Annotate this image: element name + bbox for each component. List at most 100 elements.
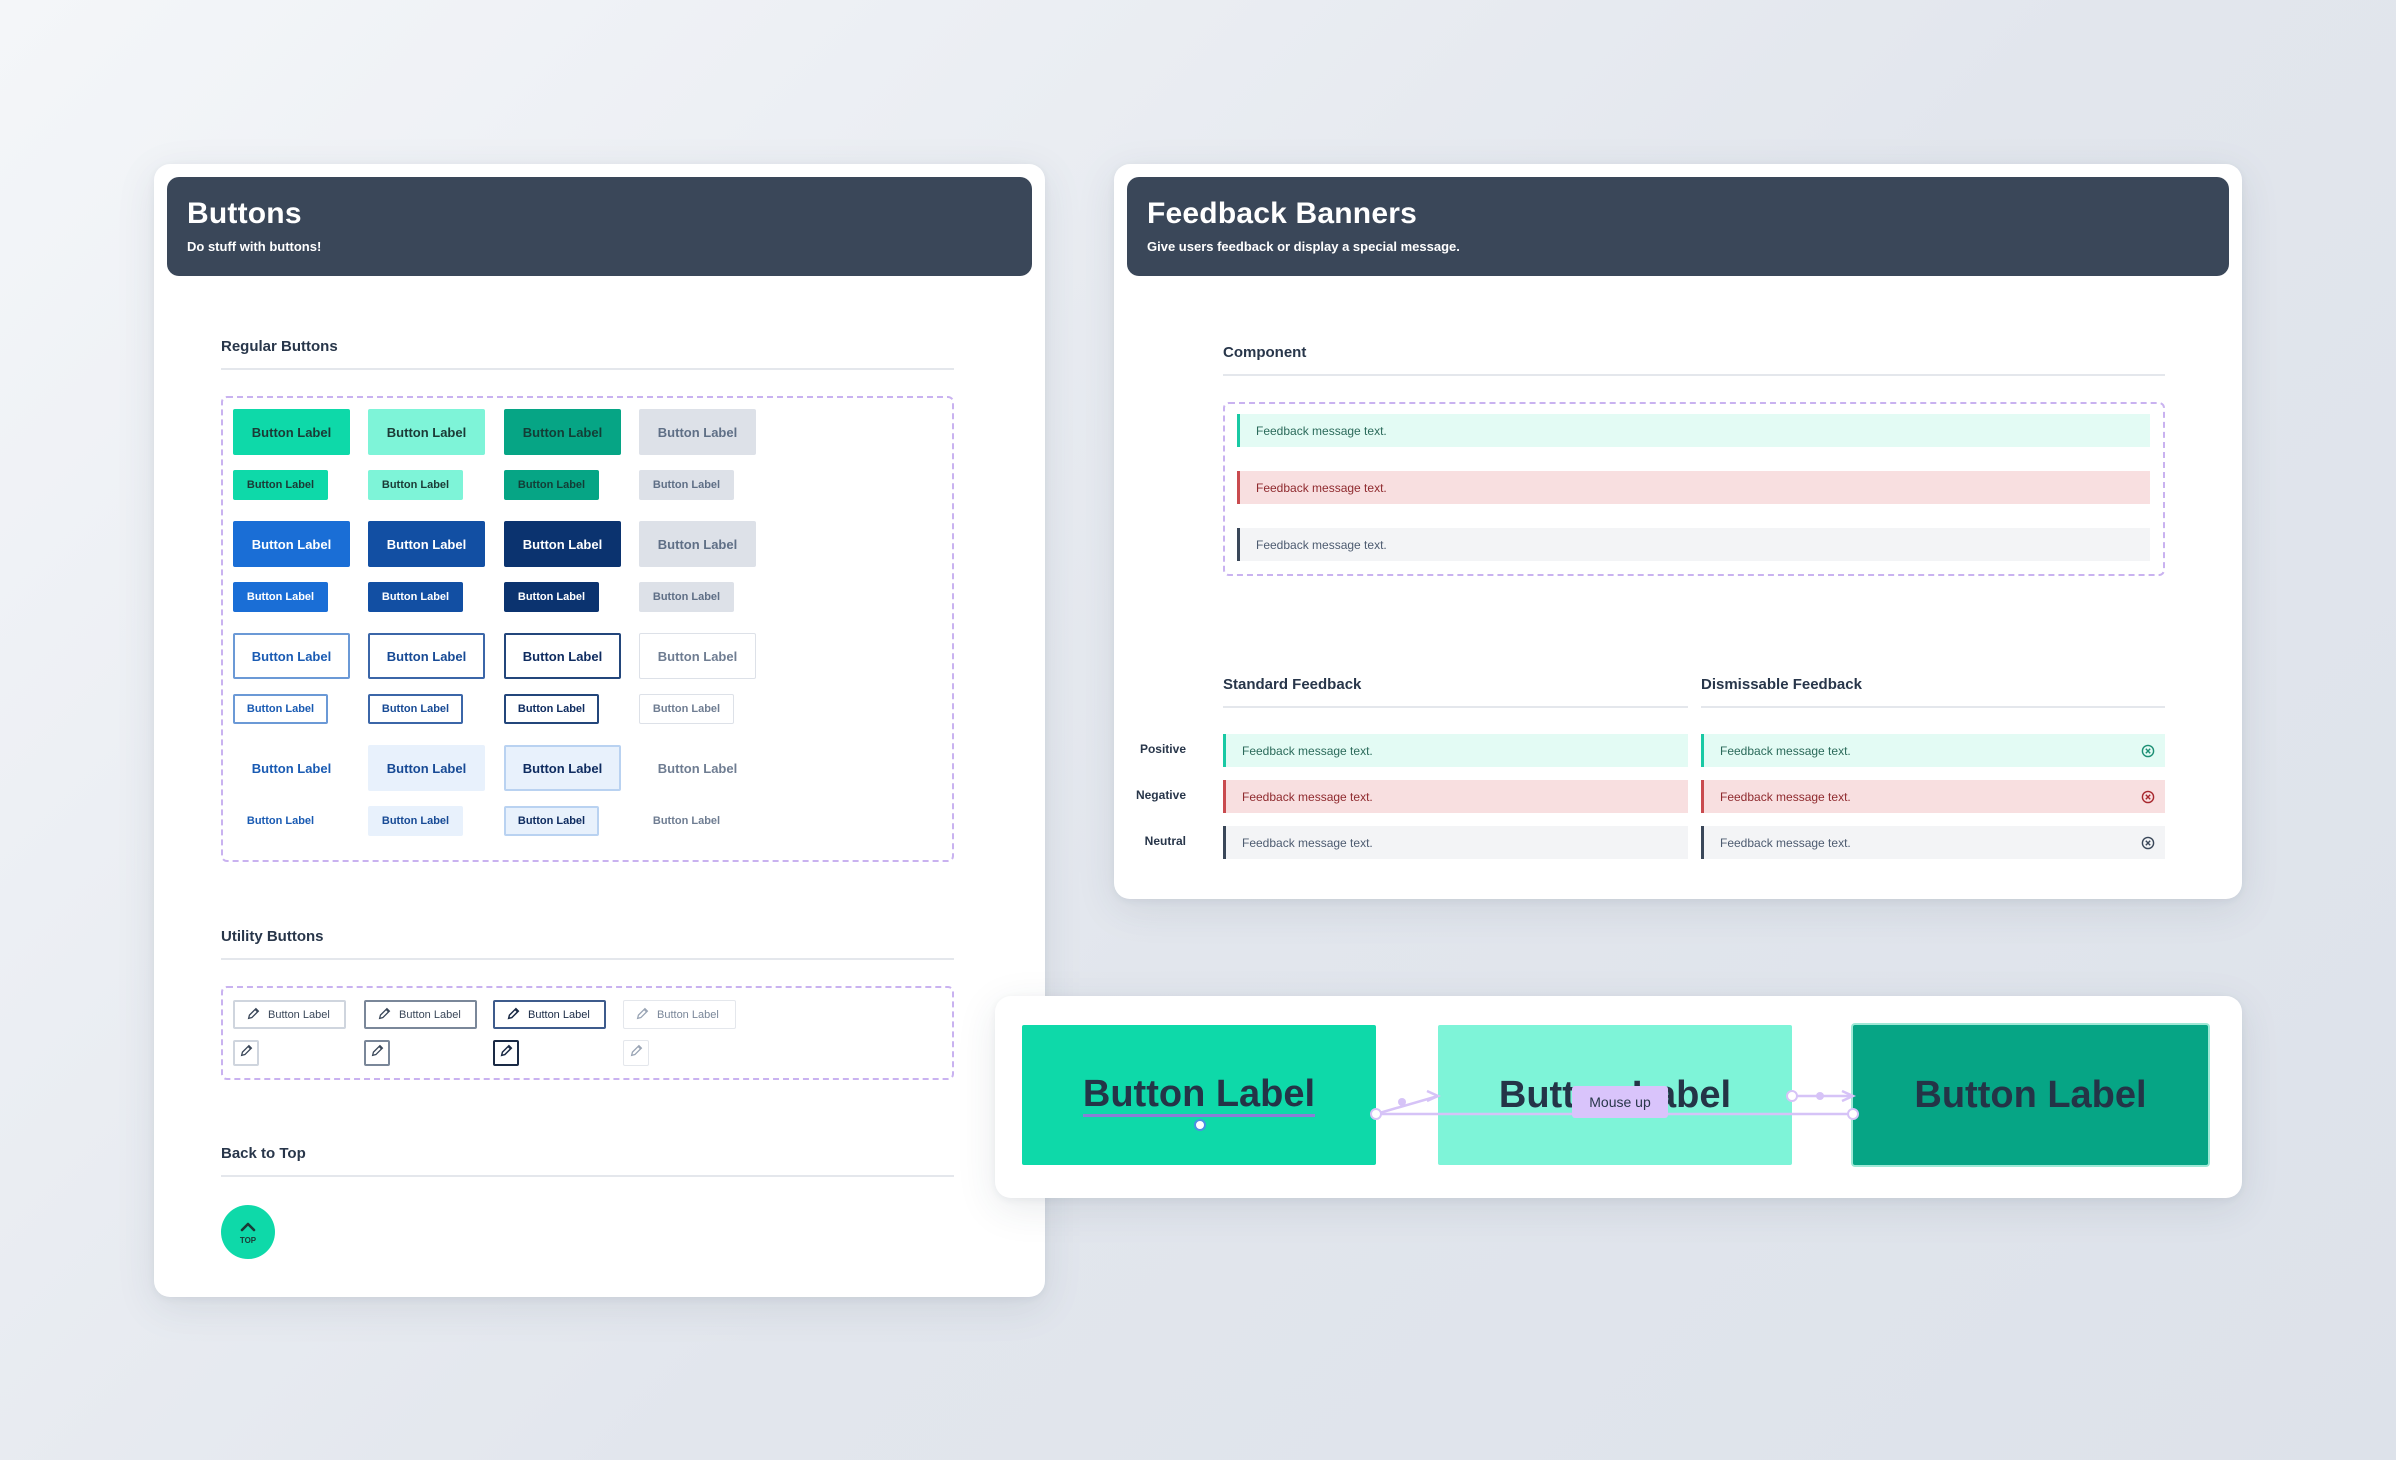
utility-icon-button-active[interactable] <box>493 1040 519 1066</box>
button-ghost-small[interactable]: Button Label <box>233 806 328 836</box>
component-frame: Feedback message text. Feedback message … <box>1223 402 2165 576</box>
utility-button-label: Button Label <box>657 1008 719 1021</box>
button-secondary-blue[interactable]: Button Label <box>368 521 485 567</box>
standard-banner-negative: Feedback message text. <box>1223 780 1688 813</box>
feedback-message: Feedback message text. <box>1720 743 1851 758</box>
button-primary-blue[interactable]: Button Label <box>233 521 350 567</box>
regular-buttons-title: Regular Buttons <box>221 338 338 355</box>
utility-buttons-frame: Button Label Button Label Button Label B… <box>221 986 954 1080</box>
utility-button-label: Button Label <box>528 1008 590 1021</box>
demo-button-default[interactable]: Button Label <box>1022 1025 1376 1165</box>
button-ghost-active-small[interactable]: Button Label <box>504 806 599 836</box>
button-primary-blue-small[interactable]: Button Label <box>233 582 328 612</box>
button-secondary-blue-small[interactable]: Button Label <box>368 582 463 612</box>
buttons-header: Buttons Do stuff with buttons! <box>167 177 1032 276</box>
row-label-neutral: Neutral <box>1144 834 1186 848</box>
standard-feedback-title: Standard Feedback <box>1223 676 1362 693</box>
feedback-message: Feedback message text. <box>1256 423 1387 438</box>
close-circle-icon[interactable] <box>2141 744 2155 758</box>
feedback-banner-neutral: Feedback message text. <box>1237 528 2150 561</box>
divider <box>1223 706 1688 708</box>
close-circle-icon[interactable] <box>2141 836 2155 850</box>
row-label-positive: Positive <box>1139 742 1186 756</box>
utility-icon-button-disabled <box>623 1040 649 1066</box>
buttons-card: Buttons Do stuff with buttons! Regular B… <box>154 164 1045 1297</box>
dismissable-banner-neutral: Feedback message text. <box>1701 826 2165 859</box>
utility-button[interactable]: Button Label <box>233 1000 346 1029</box>
utility-icon-button-hover[interactable] <box>364 1040 390 1066</box>
page-subtitle: Do stuff with buttons! <box>187 239 322 254</box>
utility-button-disabled: Button Label <box>623 1000 736 1029</box>
standard-banner-neutral: Feedback message text. <box>1223 826 1688 859</box>
button-outline-hover[interactable]: Button Label <box>368 633 485 679</box>
page-subtitle: Give users feedback or display a special… <box>1147 239 1460 254</box>
button-outline[interactable]: Button Label <box>233 633 350 679</box>
button-outline-active[interactable]: Button Label <box>504 633 621 679</box>
mouse-up-tag: Mouse up <box>1572 1086 1668 1118</box>
button-disabled: Button Label <box>639 409 756 455</box>
button-ghost-disabled: Button Label <box>657 760 738 776</box>
interaction-demo-card: Button Label Button Label Button Label M… <box>995 996 2242 1198</box>
connector-node <box>1398 1098 1406 1106</box>
divider <box>221 368 954 370</box>
pencil-icon <box>371 1044 384 1062</box>
pencil-icon <box>636 1007 649 1023</box>
button-primary-green-small[interactable]: Button Label <box>233 470 328 500</box>
button-primary-green[interactable]: Button Label <box>233 409 350 455</box>
button-ghost-hover[interactable]: Button Label <box>368 745 485 791</box>
dismissable-banner-negative: Feedback message text. <box>1701 780 2165 813</box>
utility-button-active[interactable]: Button Label <box>493 1000 606 1029</box>
feedback-message: Feedback message text. <box>1242 789 1373 804</box>
back-to-top-title: Back to Top <box>221 1145 306 1162</box>
button-tertiary-green-small[interactable]: Button Label <box>504 470 599 500</box>
button-tertiary-blue-small[interactable]: Button Label <box>504 582 599 612</box>
button-tertiary-green[interactable]: Button Label <box>504 409 621 455</box>
utility-button-label: Button Label <box>399 1008 461 1021</box>
button-secondary-green-small[interactable]: Button Label <box>368 470 463 500</box>
feedback-message: Feedback message text. <box>1256 480 1387 495</box>
divider <box>1701 706 2165 708</box>
button-outline-small[interactable]: Button Label <box>233 694 328 724</box>
regular-buttons-frame: Button Label Button Label Button Label B… <box>221 396 954 862</box>
row-label-negative: Negative <box>1135 788 1186 802</box>
demo-button-label: Button Label <box>1914 1073 2147 1116</box>
feedback-message: Feedback message text. <box>1720 835 1851 850</box>
divider <box>221 958 954 960</box>
utility-icon-button[interactable] <box>233 1040 259 1066</box>
utility-button-label: Button Label <box>268 1008 330 1021</box>
utility-buttons-title: Utility Buttons <box>221 928 324 945</box>
arrow-icon <box>1426 1089 1442 1103</box>
feedback-header: Feedback Banners Give users feedback or … <box>1127 177 2229 276</box>
component-title: Component <box>1223 344 1307 361</box>
divider <box>1223 374 2165 376</box>
feedback-message: Feedback message text. <box>1720 789 1851 804</box>
button-ghost[interactable]: Button Label <box>233 745 350 791</box>
button-outline-active-small[interactable]: Button Label <box>504 694 599 724</box>
standard-banner-positive: Feedback message text. <box>1223 734 1688 767</box>
page-title: Feedback Banners <box>1147 197 1417 230</box>
button-outline-disabled-small: Button Label <box>639 694 734 724</box>
dismissable-banner-positive: Feedback message text. <box>1701 734 2165 767</box>
button-outline-hover-small[interactable]: Button Label <box>368 694 463 724</box>
back-to-top-button[interactable]: TOP <box>221 1205 275 1259</box>
demo-button-active[interactable]: Button Label <box>1853 1025 2208 1165</box>
close-circle-icon[interactable] <box>2141 790 2155 804</box>
button-ghost-active[interactable]: Button Label <box>504 745 621 791</box>
pencil-icon <box>500 1044 513 1062</box>
pencil-icon <box>378 1007 391 1023</box>
divider <box>221 1175 954 1177</box>
button-outline-disabled: Button Label <box>639 633 756 679</box>
connector-line <box>1375 1094 1439 1116</box>
pencil-icon <box>630 1044 643 1062</box>
button-ghost-hover-small[interactable]: Button Label <box>368 806 463 836</box>
connector-node <box>1816 1092 1824 1100</box>
back-to-top-label: TOP <box>239 1235 257 1245</box>
pencil-icon <box>507 1007 520 1023</box>
button-disabled: Button Label <box>639 521 756 567</box>
utility-button-hover[interactable]: Button Label <box>364 1000 477 1029</box>
button-secondary-green[interactable]: Button Label <box>368 409 485 455</box>
button-ghost-disabled-small: Button Label <box>652 815 721 827</box>
button-tertiary-blue[interactable]: Button Label <box>504 521 621 567</box>
feedback-message: Feedback message text. <box>1242 835 1373 850</box>
feedback-message: Feedback message text. <box>1256 537 1387 552</box>
